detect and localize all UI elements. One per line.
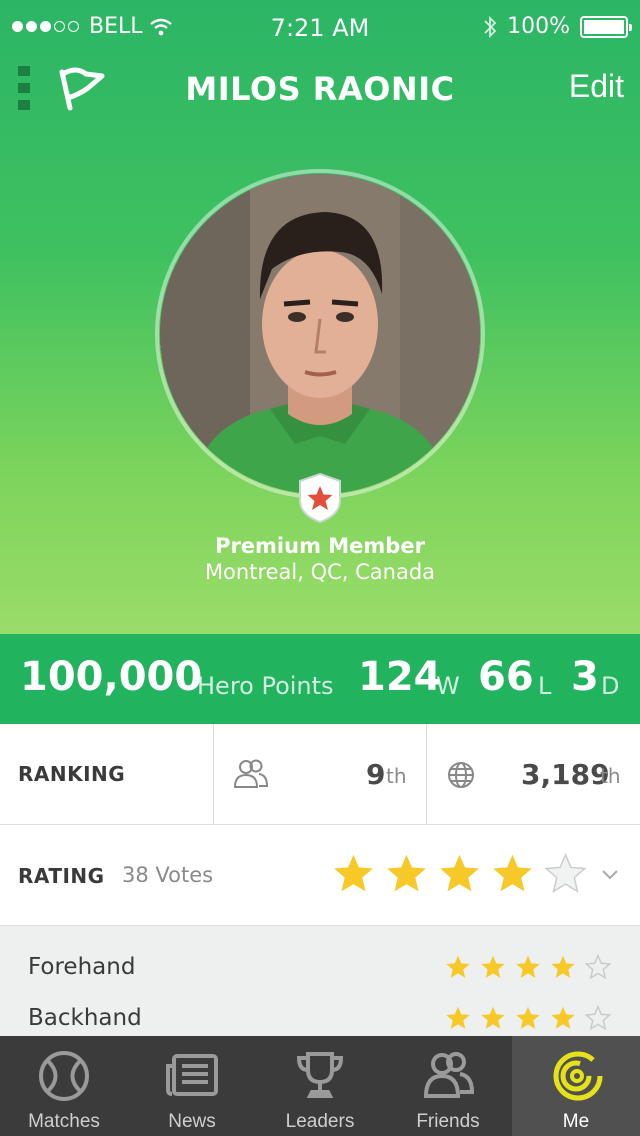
battery-percent: 100%	[507, 14, 570, 39]
divider	[213, 724, 214, 825]
status-bar: BELL 7:21 AM 100%	[0, 0, 640, 42]
tab-me[interactable]: Me	[512, 1036, 640, 1136]
nav-bar: MILOS RAONIC Edit	[0, 58, 640, 118]
friends-icon	[423, 1052, 475, 1098]
battery-icon	[580, 15, 632, 38]
globe-icon	[448, 762, 474, 788]
hero-points-label: Hero Points	[197, 672, 334, 700]
tab-label: News	[168, 1111, 216, 1132]
wins-value: 124	[358, 654, 442, 700]
friends-icon	[233, 759, 269, 788]
tab-label: Matches	[28, 1111, 100, 1132]
ranking-label: RANKING	[18, 762, 126, 786]
tab-label: Leaders	[285, 1111, 355, 1132]
star-filled-icon	[440, 854, 479, 892]
ranking-row: RANKING 9 th 3,189 th	[0, 724, 640, 825]
star-filled-icon	[493, 854, 532, 892]
draws-unit: D	[601, 672, 620, 700]
tab-label: Friends	[416, 1111, 480, 1132]
tab-friends[interactable]: Friends	[384, 1036, 512, 1136]
friends-rank-value: 9	[366, 758, 386, 791]
avatar[interactable]	[160, 174, 480, 494]
star-empty-icon	[544, 852, 587, 893]
wins-unit: W	[436, 672, 460, 700]
newspaper-icon	[166, 1054, 218, 1096]
stats-bar: 100,000 Hero Points 124 W 66 L 3 D	[0, 634, 640, 724]
star-filled-icon	[551, 1006, 575, 1029]
sub-ratings: Forehand Backhand	[0, 926, 640, 1036]
votes-count: 38 Votes	[122, 863, 214, 887]
sub-rating-stars	[445, 1005, 611, 1031]
membership-label: Premium Member	[215, 534, 425, 558]
tennis-ball-icon	[39, 1051, 89, 1101]
global-rank-value: 3,189	[521, 758, 610, 791]
star-filled-icon	[334, 854, 373, 892]
losses-value: 66	[478, 654, 534, 700]
page-title: MILOS RAONIC	[185, 70, 455, 108]
tab-bar: Matches News Leaders Friends Me	[0, 1036, 640, 1136]
rating-stars[interactable]	[332, 852, 587, 895]
trophy-icon	[296, 1052, 344, 1098]
divider	[426, 724, 427, 825]
tab-leaders[interactable]: Leaders	[256, 1036, 384, 1136]
tab-label: Me	[562, 1111, 590, 1132]
star-filled-icon	[481, 1006, 505, 1029]
premium-badge-icon	[299, 472, 341, 524]
tab-news[interactable]: News	[128, 1036, 256, 1136]
sub-rating-row: Forehand	[0, 926, 640, 980]
tab-matches[interactable]: Matches	[0, 1036, 128, 1136]
star-filled-icon	[516, 1006, 540, 1029]
losses-unit: L	[538, 672, 552, 700]
chevron-down-icon[interactable]	[600, 864, 620, 884]
star-filled-icon	[387, 854, 426, 892]
target-ring-icon	[553, 1051, 603, 1101]
hero-points-value: 100,000	[20, 654, 203, 700]
sub-rating-row: Backhand	[0, 977, 640, 1031]
status-right: 100%	[483, 14, 632, 39]
bluetooth-icon	[484, 15, 497, 38]
draws-value: 3	[571, 654, 599, 700]
edit-button[interactable]: Edit	[569, 68, 624, 105]
star-empty-icon	[585, 1005, 611, 1031]
friends-rank-suffix: th	[386, 764, 407, 788]
sub-rating-label: Backhand	[28, 1005, 142, 1031]
global-rank-suffix: th	[600, 764, 621, 788]
star-filled-icon	[446, 1006, 470, 1029]
rating-label: RATING	[18, 864, 105, 888]
profile-hero: BELL 7:21 AM 100% MILOS RAONIC Edit Prem…	[0, 0, 640, 634]
location-label: Montreal, QC, Canada	[204, 560, 436, 584]
rating-row[interactable]: RATING 38 Votes	[0, 826, 640, 926]
